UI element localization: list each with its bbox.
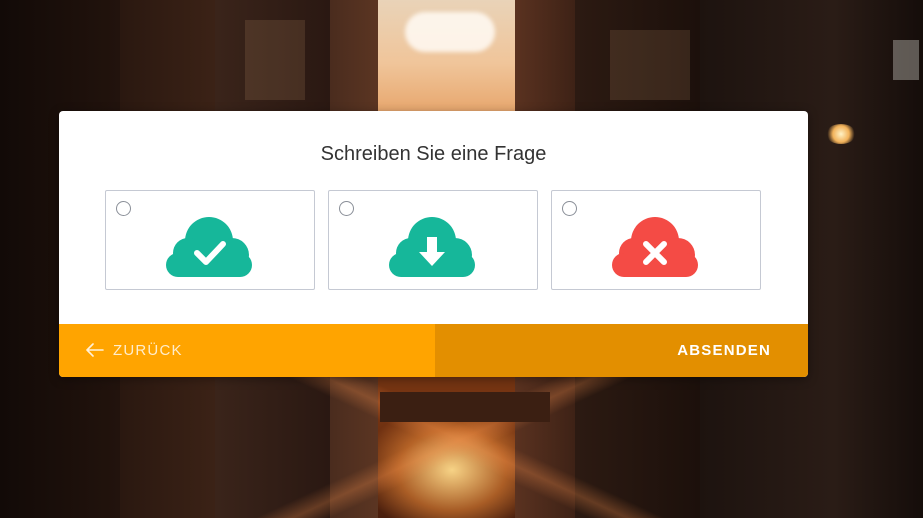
cloud-download-icon (389, 217, 475, 277)
submit-button-label: ABSENDEN (677, 342, 771, 359)
street-lamp (826, 124, 856, 144)
submit-button[interactable]: ABSENDEN (435, 324, 808, 377)
elevated-bridge (380, 392, 550, 422)
building-windows (610, 30, 690, 100)
cloud-check-icon (166, 217, 252, 277)
radio-button[interactable] (116, 201, 131, 216)
answer-option-download[interactable] (328, 190, 538, 290)
card-footer: ZURÜCK ABSENDEN (59, 324, 808, 377)
cloud-error-icon (612, 217, 698, 277)
answer-option-check[interactable] (105, 190, 315, 290)
sun-rays (250, 360, 670, 518)
building-windows (893, 40, 919, 80)
building-windows (245, 20, 305, 100)
sky-cloud (405, 12, 495, 52)
answer-options (105, 190, 762, 290)
arrow-left-icon (86, 343, 104, 357)
radio-button[interactable] (339, 201, 354, 216)
back-button[interactable]: ZURÜCK (59, 324, 435, 377)
answer-option-error[interactable] (551, 190, 761, 290)
back-button-label: ZURÜCK (113, 342, 183, 359)
question-title: Schreiben Sie eine Frage (320, 143, 547, 165)
survey-card: Schreiben Sie eine Frage ZURÜCK ABSENDEN (59, 111, 808, 377)
radio-button[interactable] (562, 201, 577, 216)
